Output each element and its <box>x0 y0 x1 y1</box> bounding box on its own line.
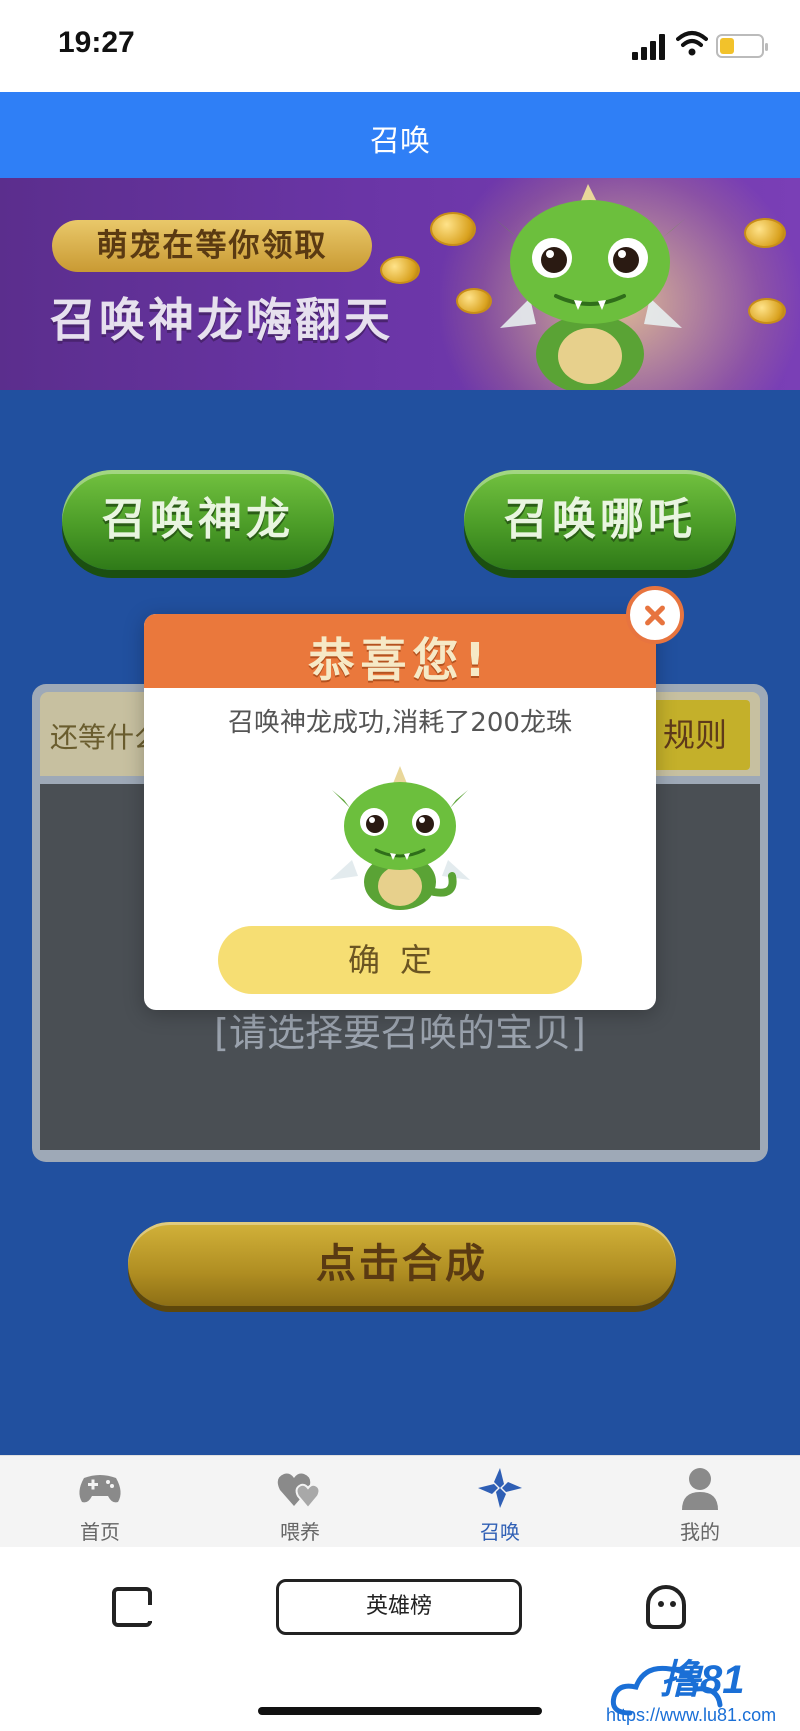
dragon-pet-icon <box>330 766 470 910</box>
browser-toolbar: 英雄榜 撸81 https://www.lu81.com <box>0 1547 800 1731</box>
promo-banner[interactable]: 萌宠在等你领取 召唤神龙嗨翻天 <box>0 178 800 390</box>
page-title: 召唤 <box>370 124 430 159</box>
tab-label: 召唤 <box>480 1520 520 1544</box>
watermark-url: https://www.lu81.com <box>606 1705 777 1725</box>
banner-pill: 萌宠在等你领取 <box>52 220 372 272</box>
summon-dragon-button[interactable]: 召唤神龙 <box>62 470 334 570</box>
pinwheel-icon <box>478 1468 522 1508</box>
home-indicator[interactable] <box>258 1707 542 1715</box>
modal-title: 恭喜您! <box>308 633 492 687</box>
status-time: 19:27 <box>58 26 135 59</box>
cellular-signal-icon <box>632 34 666 60</box>
assistant-face-icon[interactable] <box>646 1585 686 1629</box>
tab-profile[interactable]: 我的 <box>600 1456 800 1548</box>
hearts-icon <box>277 1473 321 1510</box>
coin-icon <box>430 212 476 246</box>
coin-icon <box>456 288 492 314</box>
tab-label: 我的 <box>680 1520 720 1544</box>
leaderboard-button[interactable]: 英雄榜 <box>276 1579 522 1635</box>
tab-label: 首页 <box>80 1520 120 1544</box>
confirm-button[interactable]: 确定 <box>218 926 582 994</box>
select-pet-hint: [请选择要召唤的宝贝] <box>214 1011 586 1055</box>
success-modal: 恭喜您! 召唤神龙成功,消耗了200龙珠 确定 <box>144 586 684 1010</box>
banner-headline: 召唤神龙嗨翻天 <box>50 293 393 347</box>
tab-home[interactable]: 首页 <box>0 1456 200 1548</box>
close-icon[interactable] <box>626 586 684 644</box>
coin-icon <box>744 218 786 248</box>
modal-header: 恭喜您! <box>144 614 656 688</box>
dragon-mascot-icon <box>494 184 686 390</box>
merge-button[interactable]: 点击合成 <box>128 1222 676 1306</box>
coin-icon <box>748 298 786 324</box>
nav-header: 召唤 <box>0 92 800 178</box>
window-switch-icon[interactable] <box>112 1587 154 1627</box>
user-icon <box>682 1468 718 1510</box>
gamepad-icon <box>79 1475 121 1503</box>
tab-feed[interactable]: 喂养 <box>200 1456 400 1548</box>
modal-message: 召唤神龙成功,消耗了200龙珠 <box>228 708 572 738</box>
tab-label: 喂养 <box>280 1520 320 1544</box>
status-bar: 19:27 <box>0 0 800 92</box>
wifi-icon <box>676 31 708 56</box>
battery-icon <box>716 34 768 58</box>
tab-bar: 首页 喂养 召唤 我的 <box>0 1455 800 1547</box>
coin-icon <box>380 256 420 284</box>
watermark-logo: 撸81 <box>660 1658 745 1702</box>
tab-summon[interactable]: 召唤 <box>400 1456 600 1548</box>
rules-button[interactable]: 规则 <box>640 700 750 770</box>
summon-nezha-button[interactable]: 召唤哪吒 <box>464 470 736 570</box>
